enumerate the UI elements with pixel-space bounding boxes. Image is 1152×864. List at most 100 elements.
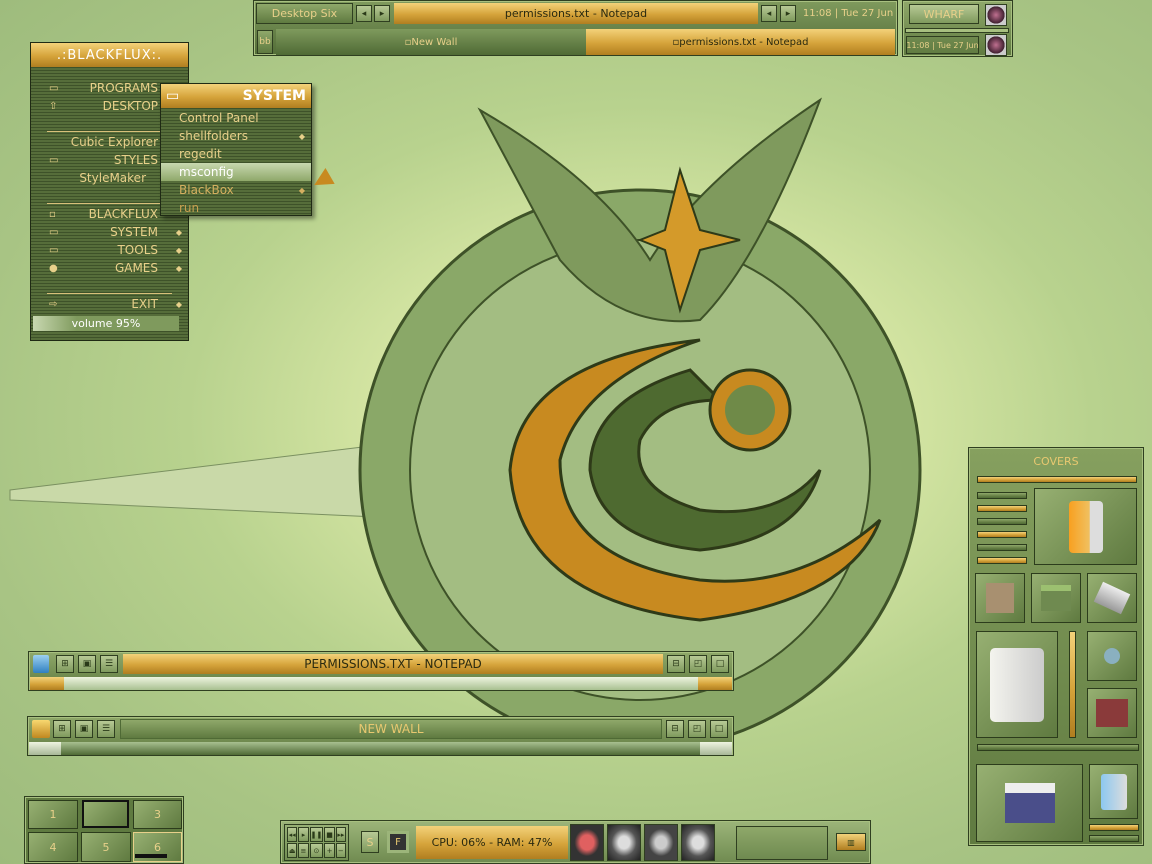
- menu-label: BlackBox: [179, 183, 234, 197]
- stick-button[interactable]: ⊞: [53, 720, 71, 738]
- disc-drive-icon[interactable]: [681, 824, 715, 861]
- window-handle[interactable]: [30, 677, 732, 690]
- decor-bar: [977, 505, 1027, 512]
- menu-item-shellfolders[interactable]: shellfolders ◆: [161, 127, 311, 145]
- decor-bar: [977, 744, 1139, 751]
- desktop-5[interactable]: 5: [81, 832, 131, 862]
- menu-item-run[interactable]: run: [161, 199, 311, 217]
- settings-button[interactable]: ⊙: [309, 843, 324, 858]
- menu-label: EXIT: [131, 297, 158, 311]
- user-folder-icon[interactable]: [975, 573, 1025, 623]
- playlist-button[interactable]: ≡: [298, 843, 309, 858]
- red-folder-icon[interactable]: [1087, 688, 1137, 738]
- desktop-3[interactable]: 3: [133, 800, 182, 829]
- globe-folder-icon[interactable]: [1087, 631, 1137, 681]
- media-controls: ◂◂ ▸ ❚❚ ■ ▸▸ ⏏ ≡ ⊙ + −: [284, 824, 349, 861]
- desktop-2[interactable]: [82, 800, 129, 828]
- monitor-icon: ▭: [166, 88, 180, 104]
- red-drive-icon[interactable]: [570, 824, 604, 861]
- system-tray[interactable]: [736, 826, 828, 860]
- briefcase-icon[interactable]: [1087, 573, 1137, 623]
- next-workspace-button[interactable]: ▸: [374, 5, 390, 22]
- maximize-button[interactable]: ◰: [688, 720, 706, 738]
- minimize-button[interactable]: ⊟: [666, 720, 684, 738]
- grey-drive-icon[interactable]: [644, 824, 678, 861]
- ontop-button[interactable]: ▣: [78, 655, 96, 673]
- menu-item-blackbox[interactable]: BlackBox ◆: [161, 181, 311, 199]
- menu-label: GAMES: [114, 261, 158, 275]
- decor-bar: [1089, 824, 1139, 831]
- phone-folder-icon[interactable]: [1031, 573, 1081, 623]
- menu-item-system[interactable]: ▭ SYSTEM ◆: [31, 223, 188, 241]
- firewire-drive-icon[interactable]: [1034, 488, 1137, 565]
- decor-bar: [977, 518, 1027, 525]
- submenu-arrow-icon: ◆: [175, 263, 182, 273]
- network-drive-icon[interactable]: [976, 631, 1058, 738]
- s-button[interactable]: S: [361, 831, 379, 853]
- menu-item-games[interactable]: ● GAMES ◆: [31, 259, 188, 277]
- prev-window-button[interactable]: ◂: [761, 5, 777, 22]
- f-button[interactable]: F: [387, 831, 409, 853]
- alien-icon: ●: [49, 262, 58, 274]
- ontop-button[interactable]: ▣: [75, 720, 93, 738]
- resize-grip-left[interactable]: [30, 677, 64, 690]
- menu-button[interactable]: ☰: [100, 655, 118, 673]
- window-title[interactable]: PERMISSIONS.TXT - NOTEPAD: [123, 654, 663, 674]
- workspace-label[interactable]: Desktop Six: [256, 3, 353, 24]
- wharf: WHARF 11:08 | Tue 27 Jun: [902, 0, 1013, 57]
- menu-item-regedit[interactable]: regedit: [161, 145, 311, 163]
- prev-workspace-button[interactable]: ◂: [356, 5, 372, 22]
- menu-label: Control Panel: [179, 111, 259, 125]
- task-label: New Wall: [411, 36, 458, 48]
- next-window-button[interactable]: ▸: [780, 5, 796, 22]
- system-submenu: ▭ SYSTEM Control Panel shellfolders ◆ rege…: [160, 83, 312, 216]
- play-button[interactable]: ▸: [298, 827, 309, 842]
- gear-drive-icon[interactable]: [607, 824, 641, 861]
- system-submenu-title: ▭ SYSTEM: [161, 84, 311, 108]
- wharf-divider: [905, 28, 1009, 33]
- decor-bar: [977, 531, 1027, 538]
- resize-grip-right[interactable]: [700, 742, 732, 755]
- desktop-1[interactable]: 1: [28, 800, 78, 829]
- desktop-4[interactable]: 4: [28, 832, 78, 862]
- forward-button[interactable]: ▸▸: [335, 827, 346, 842]
- menu-label: regedit: [179, 147, 222, 161]
- task-permissions-notepad[interactable]: ▫ permissions.txt - Notepad: [586, 29, 895, 55]
- covers-title: COVERS: [1033, 454, 1079, 468]
- stick-button[interactable]: ⊞: [56, 655, 74, 673]
- close-button[interactable]: □: [710, 720, 728, 738]
- menu-button[interactable]: ☰: [97, 720, 115, 738]
- blue-drive-icon[interactable]: [1089, 764, 1138, 819]
- maximize-button[interactable]: ◰: [689, 655, 707, 673]
- menu-item-control-panel[interactable]: Control Panel: [161, 109, 311, 127]
- task-new-wall[interactable]: ▫ New Wall: [276, 29, 586, 55]
- menu-item-tools[interactable]: ▭ TOOLS ◆: [31, 241, 188, 259]
- rewind-button[interactable]: ◂◂: [287, 827, 298, 842]
- menu-item-msconfig[interactable]: msconfig: [161, 163, 311, 181]
- window-title[interactable]: NEW WALL: [120, 719, 662, 739]
- separator: [47, 293, 172, 294]
- notepad-app-icon: [33, 655, 49, 673]
- wharf-orb-icon[interactable]: [985, 4, 1007, 26]
- wharf-orb-icon-2[interactable]: [985, 34, 1007, 56]
- volume-up-button[interactable]: +: [324, 843, 335, 858]
- pause-button[interactable]: ❚❚: [309, 827, 324, 842]
- bb-button[interactable]: bb: [257, 30, 273, 54]
- minimize-button[interactable]: ⊟: [667, 655, 685, 673]
- resize-grip-right[interactable]: [698, 677, 732, 690]
- window-handle[interactable]: [29, 742, 732, 755]
- menu-label: shellfolders: [179, 129, 248, 143]
- keyboard-icon[interactable]: ▥: [836, 833, 866, 851]
- volume-down-button[interactable]: −: [335, 843, 346, 858]
- volume-slider[interactable]: volume 95%: [33, 316, 179, 331]
- stop-button[interactable]: ■: [324, 827, 335, 842]
- resize-grip-left[interactable]: [29, 742, 61, 755]
- wharf-button[interactable]: WHARF: [909, 4, 979, 24]
- menu-label: run: [179, 201, 200, 215]
- eject-button[interactable]: ⏏: [287, 843, 298, 858]
- window-new-wall: ⊞ ▣ ☰ NEW WALL ⊟ ◰ □: [27, 716, 734, 756]
- box-icon: ▭: [49, 244, 59, 256]
- close-button[interactable]: □: [711, 655, 729, 673]
- music-folder-icon[interactable]: [976, 764, 1083, 842]
- menu-item-exit[interactable]: ⇨ EXIT ◆: [31, 295, 188, 313]
